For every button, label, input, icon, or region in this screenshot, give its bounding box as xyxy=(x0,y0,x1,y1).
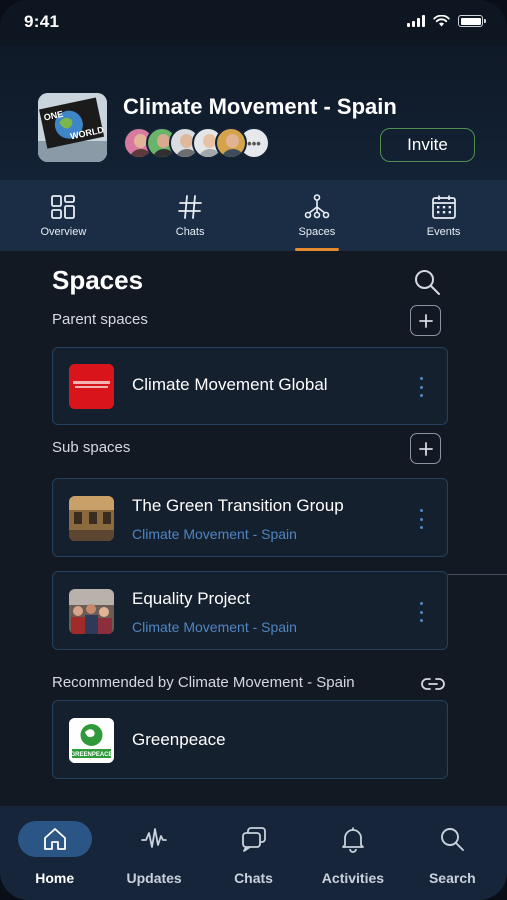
nav-label: Search xyxy=(428,870,476,886)
space-title: The Green Transition Group xyxy=(132,496,344,515)
search-icon xyxy=(441,828,465,851)
nav-icon-pill xyxy=(17,821,92,857)
sub-space-card[interactable]: Equality Project Climate Movement - Spai… xyxy=(52,571,448,650)
parent-spaces-label: Parent spaces xyxy=(52,311,148,328)
space-thumbnail xyxy=(69,496,114,541)
more-options-icon[interactable] xyxy=(417,509,425,529)
nav-icon-pill xyxy=(217,821,291,857)
nav-label: Home xyxy=(35,870,75,886)
nav-activities[interactable]: Activities xyxy=(303,806,402,900)
member-avatar[interactable] xyxy=(215,127,247,159)
more-options-icon[interactable] xyxy=(417,377,425,397)
add-sub-space-button[interactable] xyxy=(410,433,441,464)
tab-chats[interactable]: Chats xyxy=(127,180,254,251)
link-icon[interactable] xyxy=(420,671,446,697)
nav-chats[interactable]: Chats xyxy=(204,806,303,900)
recommended-label: Recommended by Climate Movement - Spain xyxy=(52,674,355,691)
space-header: ONE WORLD Climate Movement - Spain ••• I… xyxy=(0,46,507,180)
more-options-icon[interactable] xyxy=(417,602,425,622)
nav-label: Activities xyxy=(321,870,385,886)
space-tabs: Overview Chats Spaces Events xyxy=(0,180,507,251)
add-parent-space-button[interactable] xyxy=(410,305,441,336)
updates-icon xyxy=(141,828,168,848)
nav-label: Chats xyxy=(234,870,273,886)
space-title: Climate Movement Global xyxy=(132,375,328,394)
nav-home[interactable]: Home xyxy=(5,806,104,900)
nav-search[interactable]: Search xyxy=(403,806,502,900)
nav-icon-pill xyxy=(415,821,489,857)
status-bar: 9:41 xyxy=(0,0,507,46)
wifi-icon xyxy=(433,15,450,27)
space-title: Climate Movement - Spain xyxy=(123,94,397,119)
spaces-content: Spaces Parent spaces Climate Movement Gl… xyxy=(0,251,507,806)
space-parent-link[interactable]: Climate Movement - Spain xyxy=(132,619,297,635)
search-icon[interactable] xyxy=(412,267,442,297)
status-icons xyxy=(407,15,486,27)
member-avatars[interactable]: ••• xyxy=(123,127,270,159)
nav-label: Updates xyxy=(126,870,182,886)
space-title: Equality Project xyxy=(132,589,251,608)
calendar-icon xyxy=(431,195,456,219)
plus-icon xyxy=(418,441,433,456)
home-icon xyxy=(43,828,66,850)
spaces-heading: Spaces xyxy=(52,265,144,295)
space-parent-link[interactable]: Climate Movement - Spain xyxy=(132,526,297,542)
space-thumbnail xyxy=(69,364,114,409)
bottom-navigation: Home Updates Chats Activities Search xyxy=(0,806,507,900)
greenpeace-logo: GREENPEACE xyxy=(69,718,114,763)
status-time: 9:41 xyxy=(24,12,60,31)
space-avatar[interactable]: ONE WORLD xyxy=(38,93,107,162)
recommended-space-card[interactable]: GREENPEACE Greenpeace xyxy=(52,700,448,779)
signal-icon xyxy=(407,15,425,27)
tab-spaces[interactable]: Spaces xyxy=(254,180,381,251)
invite-button[interactable]: Invite xyxy=(380,128,475,162)
tab-events[interactable]: Events xyxy=(380,180,507,251)
chats-icon xyxy=(241,827,266,852)
nav-icon-pill xyxy=(316,821,390,857)
spaces-icon xyxy=(304,194,330,219)
plus-icon xyxy=(418,313,433,328)
space-title: Greenpeace xyxy=(132,730,226,749)
tab-label: Chats xyxy=(175,226,205,238)
hash-icon xyxy=(178,195,203,219)
tab-overview[interactable]: Overview xyxy=(0,180,127,251)
parent-space-card[interactable]: Climate Movement Global xyxy=(52,347,448,425)
space-thumbnail xyxy=(69,589,114,634)
nav-icon-pill xyxy=(117,821,191,857)
sub-spaces-label: Sub spaces xyxy=(52,439,131,456)
tab-label: Events xyxy=(426,226,461,238)
tab-label: Spaces xyxy=(298,226,336,238)
sub-space-card[interactable]: The Green Transition Group Climate Movem… xyxy=(52,478,448,557)
overview-icon xyxy=(51,195,76,219)
phone-screen: 9:41 ONE WORLD Climate Movement - Spain … xyxy=(0,0,507,900)
battery-icon xyxy=(458,15,486,27)
bell-icon xyxy=(342,827,364,853)
divider xyxy=(448,574,507,575)
nav-updates[interactable]: Updates xyxy=(104,806,203,900)
tab-label: Overview xyxy=(40,226,87,238)
greenpeace-logo-text: GREENPEACE xyxy=(70,752,112,758)
